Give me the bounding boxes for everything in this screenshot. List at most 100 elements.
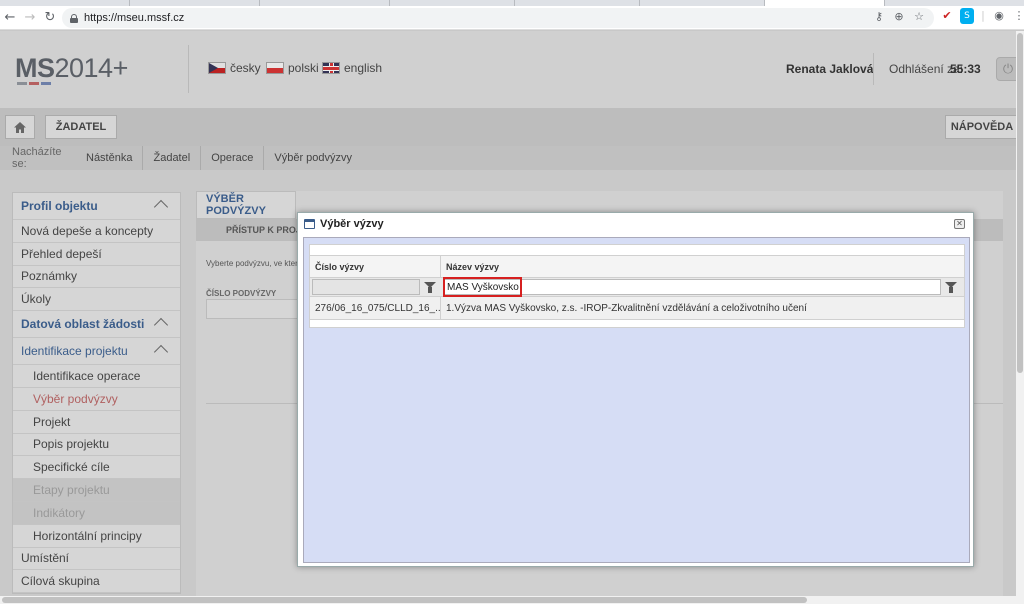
- vyzvy-grid: Číslo výzvy Název výzvy MAS Vyškovsko 27…: [309, 244, 965, 328]
- sidebar: Profil objektu Nová depeše a koncepty Př…: [12, 192, 181, 595]
- lang-cz[interactable]: česky: [208, 61, 261, 75]
- czech-flag-icon: [208, 62, 226, 74]
- sidebar-item-umisteni[interactable]: Umístění: [13, 548, 180, 571]
- forward-icon[interactable]: →: [20, 8, 40, 28]
- cell-cislo: 276/06_16_075/CLLD_16_...: [310, 297, 441, 319]
- horizontal-scrollbar[interactable]: [0, 596, 1024, 604]
- column-header-cislo[interactable]: Číslo výzvy: [310, 256, 441, 277]
- dialog-header: Výběr výzvy ✕: [298, 213, 973, 235]
- sidebar-item-poznamky[interactable]: Poznámky: [13, 266, 180, 289]
- breadcrumb-item[interactable]: Žadatel: [143, 146, 202, 170]
- lang-label: polski: [288, 61, 319, 75]
- sidebar-section-datova-oblast[interactable]: Datová oblast žádosti: [13, 311, 180, 339]
- sidebar-item-label: Etapy projektu: [33, 483, 110, 498]
- sidebar-item-specificke-cile[interactable]: Specifické cíle: [13, 456, 180, 480]
- window-icon: [304, 219, 315, 229]
- vertical-scrollbar[interactable]: [1016, 31, 1024, 596]
- close-icon[interactable]: ✕: [954, 219, 965, 229]
- lang-label: česky: [230, 61, 261, 75]
- uk-flag-icon: [322, 62, 340, 74]
- sidebar-item-ukoly[interactable]: Úkoly: [13, 288, 180, 312]
- column-header-nazev[interactable]: Název výzvy: [441, 256, 964, 277]
- sidebar-item-identifikace-projektu[interactable]: Identifikace projektu: [13, 338, 180, 366]
- menu-icon[interactable]: ⋮: [1012, 8, 1024, 24]
- filter-icon[interactable]: [423, 280, 437, 294]
- chevron-up-icon: [153, 345, 169, 360]
- logo-bars: [17, 82, 51, 85]
- polish-flag-icon: [266, 62, 284, 74]
- grid-filter-row: MAS Vyškovsko: [309, 277, 965, 297]
- key-icon[interactable]: ⚷: [872, 10, 886, 23]
- sidebar-item-label: Indikátory: [33, 505, 86, 520]
- sidebar-item-cilova-skupina[interactable]: Cílová skupina: [13, 570, 180, 594]
- sidebar-item-label: Úkoly: [21, 292, 52, 307]
- breadcrumb-item[interactable]: Nástěnka: [76, 146, 144, 170]
- zadatel-button[interactable]: ŽADATEL: [45, 115, 117, 139]
- sidebar-item-label: Projekt: [33, 414, 71, 429]
- chevron-up-icon: [153, 318, 169, 333]
- sidebar-item-projekt[interactable]: Projekt: [13, 411, 180, 434]
- sidebar-item-prehled-depesi[interactable]: Přehled depeší: [13, 243, 180, 266]
- grid-header: Číslo výzvy Název výzvy: [309, 256, 965, 277]
- menubar: ŽADATEL NÁPOVĚDA: [0, 108, 1016, 146]
- sidebar-item-label: Popis projektu: [33, 437, 110, 452]
- help-button[interactable]: NÁPOVĚDA: [945, 115, 1016, 139]
- table-row[interactable]: 276/06_16_075/CLLD_16_... 1.Výzva MAS Vy…: [309, 297, 965, 320]
- logout-timer: 55:33: [950, 62, 981, 76]
- user-name[interactable]: Renata Jaklová: [786, 62, 873, 76]
- breadcrumb-prefix: Nacházíte se:: [12, 146, 62, 170]
- sidebar-item-vyber-podvyzvy[interactable]: Výběr podvýzvy: [13, 388, 180, 411]
- filter-cell-nazev: MAS Vyškovsko: [441, 277, 964, 297]
- filter-input-cislo[interactable]: [312, 279, 420, 295]
- instruction-text: Vyberte podvýzvu, ve které: [206, 259, 303, 268]
- lock-icon: [70, 13, 78, 23]
- logo[interactable]: MS2014+: [15, 53, 128, 84]
- sidebar-item-horizontalni-principy[interactable]: Horizontální principy: [13, 525, 180, 548]
- home-button[interactable]: [5, 115, 35, 139]
- dialog-title: Výběr výzvy: [320, 218, 384, 230]
- sidebar-item-indikatory: Indikátory: [13, 501, 180, 525]
- sidebar-item-label: Poznámky: [21, 269, 78, 284]
- grid-footer: [309, 320, 965, 328]
- highlight-box: [443, 277, 522, 297]
- lang-en[interactable]: english: [322, 61, 382, 75]
- breadcrumb-item[interactable]: Operace: [201, 146, 265, 170]
- separator: |: [981, 9, 985, 22]
- vyber-vyzvy-dialog: Výběr výzvy ✕ Číslo výzvy Název výzvy MA…: [297, 212, 974, 567]
- sidebar-item-label: Umístění: [21, 551, 70, 566]
- chevron-up-icon: [153, 199, 169, 215]
- logo-bold: MS: [15, 53, 55, 83]
- sidebar-section-profil[interactable]: Profil objektu: [13, 193, 180, 220]
- filter-cell-cislo: [310, 278, 441, 296]
- sidebar-item-identifikace-operace[interactable]: Identifikace operace: [13, 365, 180, 388]
- cell-nazev: 1.Výzva MAS Vyškovsko, z.s. -IROP-Zkvali…: [446, 302, 807, 314]
- extension-check-icon[interactable]: ✔: [940, 8, 954, 24]
- dialog-body: Číslo výzvy Název výzvy MAS Vyškovsko 27…: [303, 237, 970, 563]
- back-icon[interactable]: ←: [0, 8, 20, 28]
- cislo-podvyzvy-field[interactable]: [206, 299, 306, 319]
- filter-icon[interactable]: [944, 280, 958, 294]
- sidebar-item-label: Horizontální principy: [33, 528, 142, 543]
- sidebar-item-nova-depese[interactable]: Nová depeše a koncepty: [13, 220, 180, 243]
- address-bar[interactable]: https://mseu.mssf.cz ⚷ ⊕ ☆: [62, 8, 934, 28]
- sidebar-item-label: Profil objektu: [21, 199, 98, 213]
- profile-icon[interactable]: ◉: [992, 8, 1006, 24]
- breadcrumb-item-current: Výběr podvýzvy: [274, 152, 353, 164]
- lang-label: english: [344, 61, 383, 75]
- sidebar-item-label: Cílová skupina: [21, 574, 100, 589]
- star-icon[interactable]: ☆: [912, 10, 926, 23]
- sidebar-item-popis-projektu[interactable]: Popis projektu: [13, 434, 180, 457]
- lang-pl[interactable]: polski: [266, 61, 319, 75]
- skype-icon[interactable]: S: [960, 8, 974, 24]
- breadcrumb: Nacházíte se: Nástěnka Žadatel Operace V…: [0, 146, 1016, 170]
- logout-button[interactable]: ⏻: [996, 57, 1016, 81]
- sidebar-item-label: Výběr podvýzvy: [33, 391, 118, 406]
- sidebar-item-label: Identifikace projektu: [21, 344, 128, 359]
- grid-toolbar: [309, 244, 965, 256]
- power-icon: ⏻: [1002, 61, 1014, 77]
- sidebar-item-label: Identifikace operace: [33, 369, 141, 384]
- zoom-icon[interactable]: ⊕: [892, 10, 906, 23]
- sidebar-item-label: Nová depeše a koncepty: [21, 223, 154, 238]
- reload-icon[interactable]: ↻: [40, 8, 60, 28]
- site-header: MS2014+ česky polski english Renata Jakl…: [0, 31, 1016, 108]
